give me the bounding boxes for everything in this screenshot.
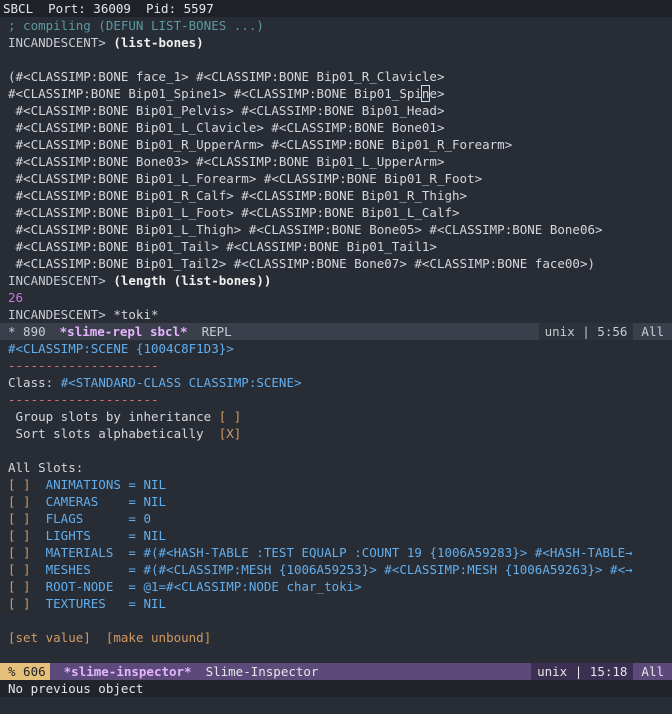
buffer-name[interactable]: *slime-repl sbcl* [60,323,188,340]
slot-row: [ ] LIGHTS = NIL [8,527,672,544]
slot-checkbox[interactable]: [ ] [8,528,31,543]
slot-value[interactable]: #(#<HASH-TABLE :TEST EQUALP :COUNT 19 {1… [143,545,632,560]
slot-value[interactable]: @1=#<CLASSIMP:NODE char_toki> [143,579,361,594]
repl-output-line[interactable]: #<CLASSIMP:BONE Bip01_R_Calf> #<CLASSIMP… [8,187,672,204]
repl-modeline[interactable]: * 890 *slime-repl sbcl* REPL unix | 5:56… [0,323,672,340]
connection-header: SBCL Port: 36009 Pid: 5597 [0,0,672,17]
repl-output-line[interactable]: #<CLASSIMP:BONE Bip01_L_Foot> #<CLASSIMP… [8,204,672,221]
repl-output-line[interactable]: #<CLASSIMP:BONE Bip01_Tail2> #<CLASSIMP:… [8,255,672,272]
group-slots-label: Group slots by inheritance [8,409,219,424]
buffer-state: % 606 [0,663,50,680]
slot-checkbox[interactable]: [ ] [8,494,31,509]
slot-name: CAMERAS = [30,494,144,509]
slot-name: ROOT-NODE = [30,579,144,594]
slot-value[interactable]: #(#<CLASSIMP:MESH {1006A59253}> #<CLASSI… [143,562,632,577]
slot-value[interactable]: NIL [143,477,166,492]
major-mode[interactable]: REPL [202,323,232,340]
sort-slots-checkbox[interactable]: [X] [219,426,242,441]
slot-name: MESHES = [30,562,144,577]
slot-name: FLAGS = [30,511,144,526]
repl-buffer[interactable]: ; compiling (DEFUN LIST-BONES ...) INCAN… [0,17,672,323]
repl-output-text: #<CLASSIMP:BONE Bip01_Spine1> #<CLASSIMP… [8,86,422,101]
sort-slots-label: Sort slots alphabetically [8,426,219,441]
make-unbound-button[interactable]: [make unbound] [106,630,211,645]
slot-row: [ ] MESHES = #(#<CLASSIMP:MESH {1006A592… [8,561,672,578]
compiling-message: ; compiling (DEFUN LIST-BONES ...) [8,18,264,33]
buffer-state: * 890 [8,324,46,339]
class-label: Class: [8,375,61,390]
slot-value[interactable]: NIL [143,528,166,543]
divider: -------------------- [8,392,159,407]
scroll-position: All [641,664,664,679]
slot-value[interactable]: 0 [143,511,151,526]
scroll-position: All [641,324,664,339]
repl-output-line[interactable]: #<CLASSIMP:BONE Bip01_R_UpperArm> #<CLAS… [8,136,672,153]
inspector-modeline[interactable]: % 606 *slime-inspector* Slime-Inspector … [0,663,672,680]
slot-row: [ ] CAMERAS = NIL [8,493,672,510]
echo-area: No previous object [0,680,672,697]
inspector-buffer[interactable]: #<CLASSIMP:SCENE {1004C8F1D3}> ---------… [0,340,672,663]
repl-output-line[interactable]: #<CLASSIMP:BONE Bip01_Pelvis> #<CLASSIMP… [8,102,672,119]
slot-row: [ ] FLAGS = 0 [8,510,672,527]
buffer-name[interactable]: *slime-inspector* [64,663,192,680]
slot-checkbox[interactable]: [ ] [8,562,31,577]
repl-current-input[interactable]: *toki* [113,307,158,322]
slot-name: ANIMATIONS = [30,477,144,492]
encoding-position: unix | 5:56 [538,323,634,340]
slot-checkbox[interactable]: [ ] [8,596,31,611]
major-mode[interactable]: Slime-Inspector [206,663,319,680]
slot-name: TEXTURES = [30,596,144,611]
repl-input[interactable]: (list-bones) [113,35,203,50]
class-link[interactable]: #<STANDARD-CLASS CLASSIMP:SCENE> [61,375,302,390]
repl-prompt: INCANDESCENT> [8,307,114,322]
encoding-position: unix | 15:18 [531,663,634,680]
repl-output-line[interactable]: #<CLASSIMP:BONE Bip01_Tail> #<CLASSIMP:B… [8,238,672,255]
repl-result[interactable]: 26 [8,289,672,306]
slot-checkbox[interactable]: [ ] [8,579,31,594]
slot-name: MATERIALS = [30,545,144,560]
slot-checkbox[interactable]: [ ] [8,545,31,560]
repl-input[interactable]: (length (list-bones)) [113,273,271,288]
slot-row: [ ] ROOT-NODE = @1=#<CLASSIMP:NODE char_… [8,578,672,595]
repl-output-line[interactable]: #<CLASSIMP:BONE Bip01_L_Clavicle> #<CLAS… [8,119,672,136]
slot-value[interactable]: NIL [143,596,166,611]
slot-row: [ ] TEXTURES = NIL [8,595,672,612]
group-slots-checkbox[interactable]: [ ] [219,409,242,424]
all-slots-heading: All Slots: [8,460,84,475]
slot-name: LIGHTS = [30,528,144,543]
repl-prompt: INCANDESCENT> [8,273,114,288]
slot-checkbox[interactable]: [ ] [8,477,31,492]
repl-output-line[interactable]: #<CLASSIMP:BONE Bone03> #<CLASSIMP:BONE … [8,153,672,170]
repl-prompt: INCANDESCENT> [8,35,114,50]
slot-checkbox[interactable]: [ ] [8,511,31,526]
slot-row: [ ] MATERIALS = #(#<HASH-TABLE :TEST EQU… [8,544,672,561]
slot-value[interactable]: NIL [143,494,166,509]
repl-output-line[interactable]: (#<CLASSIMP:BONE face_1> #<CLASSIMP:BONE… [8,68,672,85]
repl-output-line[interactable]: #<CLASSIMP:BONE Bip01_L_Forearm> #<CLASS… [8,170,672,187]
slot-row: [ ] ANIMATIONS = NIL [8,476,672,493]
inspected-object-title: #<CLASSIMP:SCENE {1004C8F1D3}> [8,341,234,356]
divider: -------------------- [8,358,159,373]
repl-output-line[interactable]: #<CLASSIMP:BONE Bip01_L_Thigh> #<CLASSIM… [8,221,672,238]
repl-output-line[interactable]: #<CLASSIMP:BONE Bip01_Spine1> #<CLASSIMP… [8,85,672,102]
set-value-button[interactable]: [set value] [8,630,91,645]
